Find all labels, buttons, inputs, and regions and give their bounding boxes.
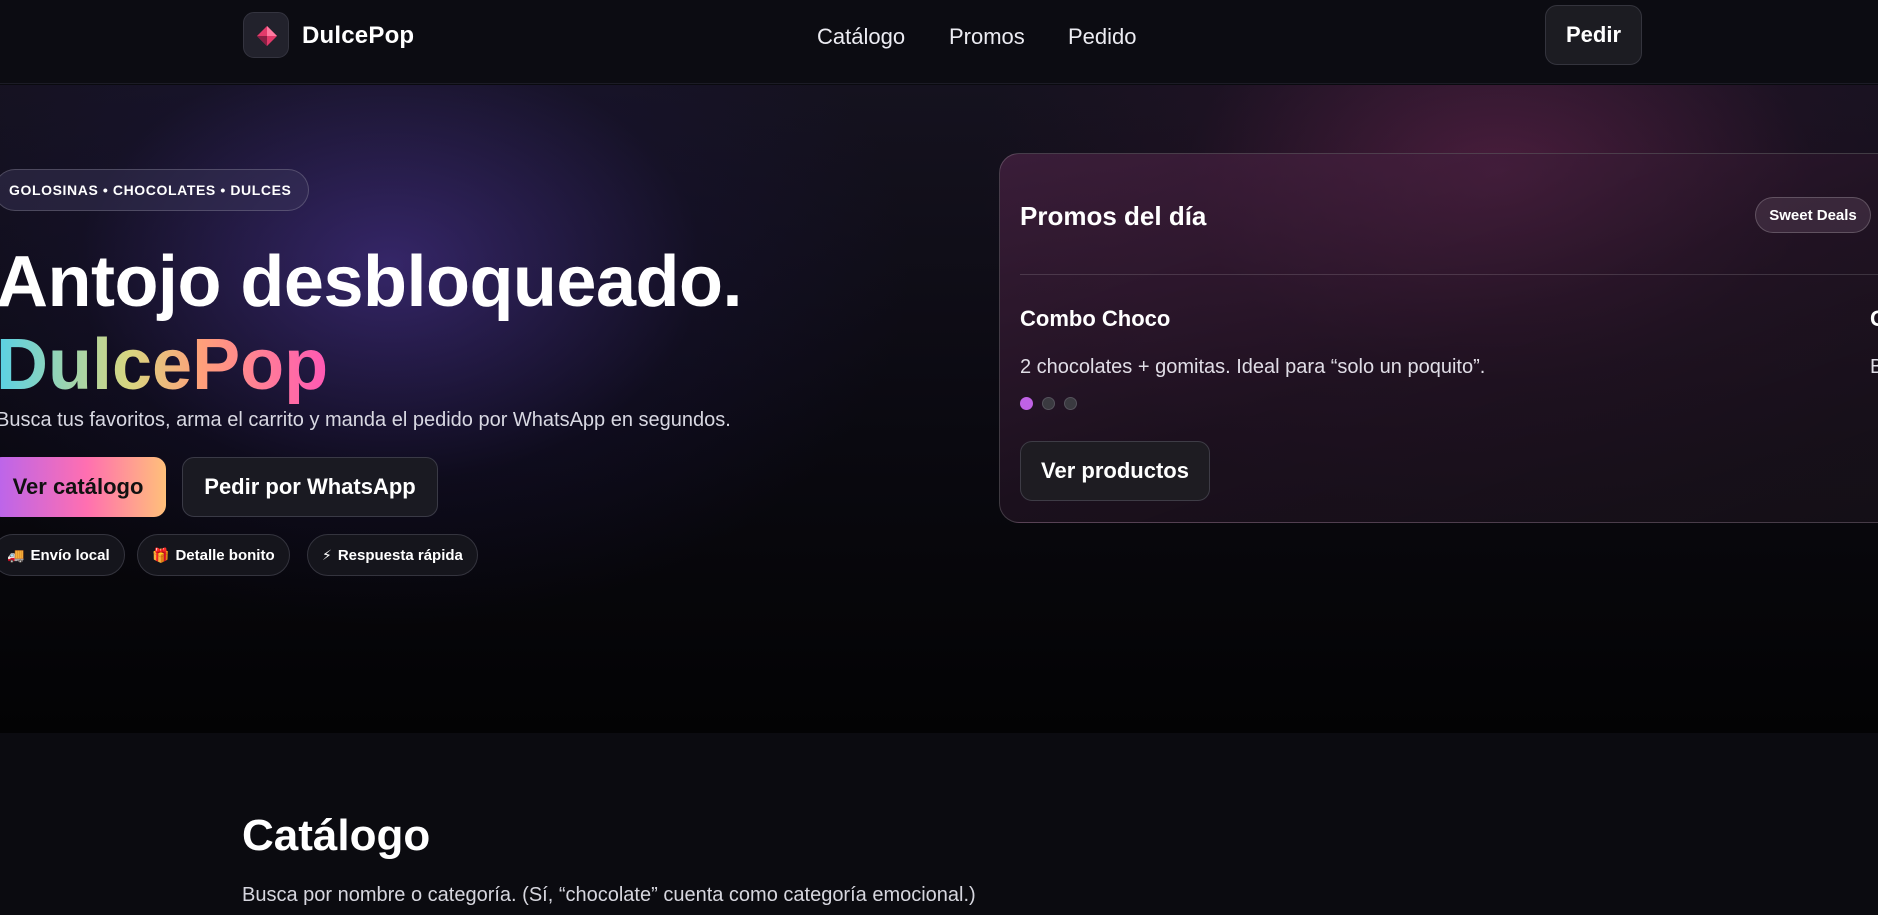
lightning-icon: ⚡ <box>322 546 332 563</box>
pedir-button[interactable]: Pedir <box>1545 5 1642 65</box>
brand-name[interactable]: DulcePop <box>302 22 414 50</box>
promo-slide-title-next: G <box>1870 306 1878 332</box>
top-navbar: DulcePop Catálogo Promos Pedido Pedir <box>0 0 1878 84</box>
pedir-whatsapp-button[interactable]: Pedir por WhatsApp <box>182 457 438 517</box>
promo-slide-desc: 2 chocolates + gomitas. Ideal para “solo… <box>1020 356 1486 378</box>
carousel-dot-3[interactable] <box>1064 397 1077 410</box>
catalog-section: Catálogo Busca por nombre o categoría. (… <box>0 733 1878 915</box>
chip-detalle-bonito: 🎁 Detalle bonito <box>137 534 290 576</box>
hero-brand-gradient: DulcePop <box>0 325 328 405</box>
truck-icon: 🚚 <box>7 546 25 563</box>
hero-headline: Antojo desbloqueado. <box>0 242 742 322</box>
catalog-title: Catálogo <box>242 811 431 860</box>
logo-icon[interactable] <box>243 12 289 58</box>
promo-slide-desc-next: B <box>1870 356 1878 379</box>
chip-envio-local: 🚚 Envío local <box>0 534 125 576</box>
hero-section: GOLOSINAS • CHOCOLATES • DULCES Antojo d… <box>0 85 1878 733</box>
nav-link-promos[interactable]: Promos <box>949 24 1025 50</box>
promo-divider <box>1020 274 1878 275</box>
chip-label: Detalle bonito <box>175 546 275 564</box>
promo-title: Promos del día <box>1020 201 1207 231</box>
promo-slide-title: Combo Choco <box>1020 306 1171 331</box>
nav-link-catalogo[interactable]: Catálogo <box>817 24 905 50</box>
sweet-deals-badge: Sweet Deals <box>1755 197 1871 233</box>
promo-card: Promos del día Sweet Deals Combo Choco 2… <box>999 153 1878 523</box>
ver-productos-button[interactable]: Ver productos <box>1020 441 1210 501</box>
carousel-dot-2[interactable] <box>1042 397 1055 410</box>
chip-respuesta-rapida: ⚡ Respuesta rápida <box>307 534 478 576</box>
nav-link-pedido[interactable]: Pedido <box>1068 24 1137 50</box>
chip-label: Respuesta rápida <box>337 546 463 564</box>
catalog-subtitle: Busca por nombre o categoría. (Sí, “choc… <box>242 884 976 906</box>
gift-icon: 🎁 <box>152 546 170 563</box>
category-tag: GOLOSINAS • CHOCOLATES • DULCES <box>0 169 309 211</box>
ver-catalogo-button[interactable]: Ver catálogo <box>0 457 166 517</box>
carousel-dot-1[interactable] <box>1020 397 1033 410</box>
hero-subtitle: Busca tus favoritos, arma el carrito y m… <box>0 409 731 431</box>
chip-label: Envío local <box>30 546 110 564</box>
